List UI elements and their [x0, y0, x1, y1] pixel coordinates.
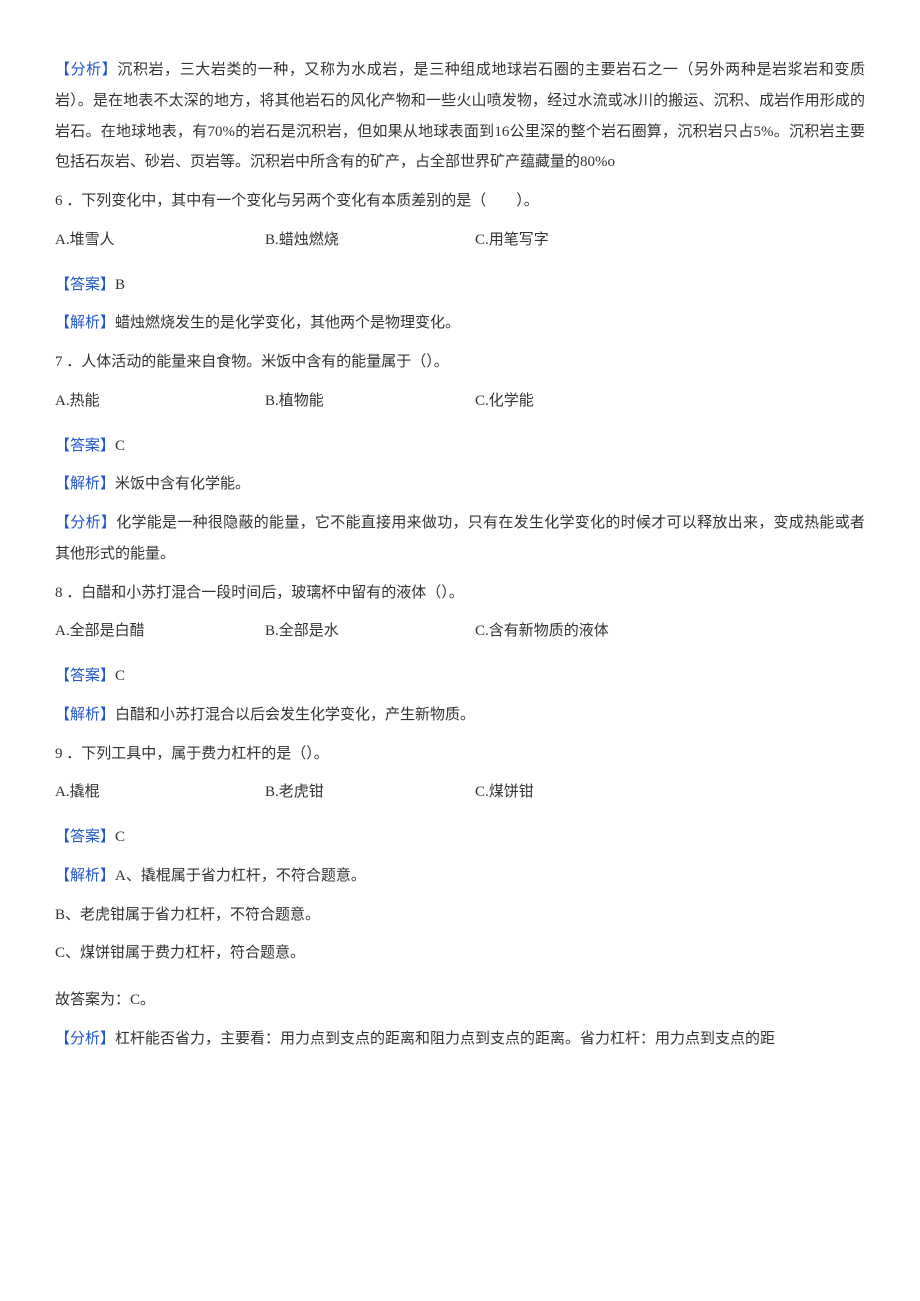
q8-stem: 8 ．白醋和小苏打混合一段时间后，玻璃杯中留有的液体（）。 [55, 578, 865, 609]
q9-option-a: A.撬棍 [55, 777, 265, 808]
q6-option-b: B.蜡烛燃烧 [265, 225, 475, 256]
q7-option-c: C.化学能 [475, 386, 534, 417]
explain-label: 【解析】 [55, 315, 115, 331]
analysis-label: 【分析】 [55, 515, 116, 531]
explain-text: 蜡烛燃烧发生的是化学变化，其他两个是物理变化。 [115, 315, 460, 331]
explain-text: 白醋和小苏打混合以后会发生化学变化，产生新物质。 [115, 707, 475, 723]
q8-explain: 【解析】白醋和小苏打混合以后会发生化学变化，产生新物质。 [55, 700, 865, 731]
explain-label: 【解析】 [55, 707, 115, 723]
q7-option-a: A.热能 [55, 386, 265, 417]
explain-label: 【解析】 [55, 476, 115, 492]
explain-text: 米饭中含有化学能。 [115, 476, 250, 492]
q6-option-a: A.堆雪人 [55, 225, 265, 256]
q8-option-c: C.含有新物质的液体 [475, 616, 609, 647]
q6-answer: 【答案】B [55, 270, 865, 301]
answer-label: 【答案】 [55, 438, 115, 454]
analysis-label: 【分析】 [55, 1031, 115, 1047]
q7-answer: 【答案】C [55, 431, 865, 462]
q9-explain-b: B、老虎钳属于省力杠杆，不符合题意。 [55, 900, 865, 931]
q6-option-c: C.用笔写字 [475, 225, 549, 256]
q8-options: A.全部是白醋 B.全部是水 C.含有新物质的液体 [55, 616, 865, 647]
answer-value: C [115, 438, 125, 454]
answer-label: 【答案】 [55, 829, 115, 845]
answer-label: 【答案】 [55, 668, 115, 684]
explain-label: 【解析】 [55, 868, 115, 884]
answer-label: 【答案】 [55, 277, 115, 293]
q6-explain: 【解析】蜡烛燃烧发生的是化学变化，其他两个是物理变化。 [55, 308, 865, 339]
q6-options: A.堆雪人 B.蜡烛燃烧 C.用笔写字 [55, 225, 865, 256]
analysis-text: 化学能是一种很隐蔽的能量，它不能直接用来做功，只有在发生化学变化的时候才可以释放… [55, 515, 865, 562]
q7-explain: 【解析】米饭中含有化学能。 [55, 469, 865, 500]
q9-conclusion: 故答案为：C。 [55, 985, 865, 1016]
analysis-text: 杠杆能否省力，主要看：用力点到支点的距离和阻力点到支点的距离。省力杠杆：用力点到… [115, 1031, 775, 1047]
q7-stem: 7 ．人体活动的能量来自食物。米饭中含有的能量属于（）。 [55, 347, 865, 378]
q7-analysis: 【分析】化学能是一种很隐蔽的能量，它不能直接用来做功，只有在发生化学变化的时候才… [55, 508, 865, 570]
answer-value: C [115, 668, 125, 684]
q6-stem: 6 ．下列变化中，其中有一个变化与另两个变化有本质差别的是（ ）。 [55, 186, 865, 217]
q8-option-a: A.全部是白醋 [55, 616, 265, 647]
q8-option-b: B.全部是水 [265, 616, 475, 647]
analysis-label: 【分析】 [55, 62, 117, 78]
analysis-text: 沉积岩，三大岩类的一种，又称为水成岩，是三种组成地球岩石圈的主要岩石之一（另外两… [55, 62, 865, 170]
q8-answer: 【答案】C [55, 661, 865, 692]
q9-options: A.撬棍 B.老虎钳 C.煤饼钳 [55, 777, 865, 808]
explain-text-a: A、撬棍属于省力杠杆，不符合题意。 [115, 868, 366, 884]
q7-options: A.热能 B.植物能 C.化学能 [55, 386, 865, 417]
answer-value: B [115, 277, 125, 293]
q7-option-b: B.植物能 [265, 386, 475, 417]
analysis-block: 【分析】沉积岩，三大岩类的一种，又称为水成岩，是三种组成地球岩石圈的主要岩石之一… [55, 55, 865, 178]
q9-stem: 9 ．下列工具中，属于费力杠杆的是（）。 [55, 739, 865, 770]
q9-analysis: 【分析】杠杆能否省力，主要看：用力点到支点的距离和阻力点到支点的距离。省力杠杆：… [55, 1024, 865, 1055]
q9-explain-c: C、煤饼钳属于费力杠杆，符合题意。 [55, 938, 865, 969]
answer-value: C [115, 829, 125, 845]
q9-answer: 【答案】C [55, 822, 865, 853]
q9-option-b: B.老虎钳 [265, 777, 475, 808]
q9-option-c: C.煤饼钳 [475, 777, 534, 808]
q9-explain-a: 【解析】A、撬棍属于省力杠杆，不符合题意。 [55, 861, 865, 892]
